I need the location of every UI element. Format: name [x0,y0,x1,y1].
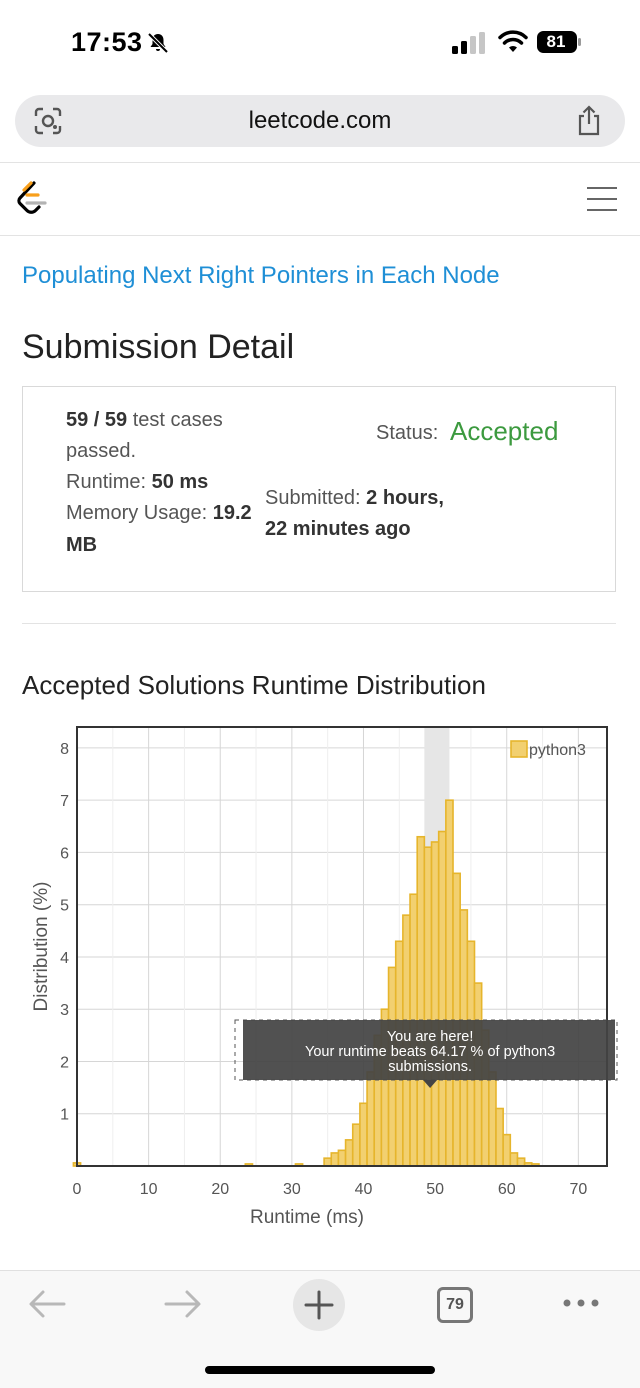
hamburger-menu-icon[interactable] [586,186,618,212]
new-tab-icon[interactable] [292,1278,346,1332]
chart-bar[interactable] [430,841,440,1167]
y-tick-label: 3 [60,1002,69,1019]
chart-bar[interactable] [323,1157,333,1167]
memory-value: 19.2 [212,502,252,524]
y-tick-label: 1 [60,1107,69,1124]
runtime-value: 50 ms [151,471,209,493]
plot-frame [76,726,608,1167]
leetcode-logo[interactable] [14,180,50,220]
x-tick-label: 40 [355,1181,373,1198]
legend[interactable]: python3 [510,740,586,759]
runtime-row: Runtime: 50 ms [66,467,208,498]
home-indicator [205,1366,435,1374]
chart-bar[interactable] [445,799,454,1167]
chart-bar[interactable] [488,1071,497,1167]
chart-bar[interactable] [337,1149,347,1167]
page-title: Submission Detail [22,328,295,366]
chart-bar[interactable] [416,835,426,1167]
y-tick-label: 7 [60,793,69,810]
y-tick-label: 2 [60,1054,69,1071]
status-bar: 17:53 81 [0,0,640,86]
y-tick-label: 5 [60,898,69,915]
share-icon[interactable] [575,105,603,137]
legend-swatch [510,740,528,758]
legend-label: python3 [529,742,586,759]
battery-level: 81 [546,32,566,51]
more-icon[interactable] [562,1297,600,1309]
chart-bar[interactable] [366,1071,376,1167]
chart-bar[interactable] [495,1107,504,1167]
y-tick-label: 6 [60,845,69,862]
y-tick-label: 8 [60,741,69,758]
y-axis-label: Distribution (%) [31,882,52,1012]
test-cases-row: 59 / 59 test cases [66,405,223,436]
test-cases-passed: passed. [66,440,137,462]
x-tick-label: 50 [426,1181,444,1198]
tabs-icon[interactable]: 79 [437,1287,473,1323]
address-bar[interactable]: leetcode.com [15,95,625,147]
status-badge: Accepted [450,416,559,446]
problem-title-link[interactable]: Populating Next Right Pointers in Each N… [22,262,500,290]
runtime-distribution-chart[interactable]: 0 10 20 30 40 50 60 70 1 2 3 4 5 6 7 8 Distribution (%)… [0,720,640,1240]
submitted-label: Submitted: [265,487,361,509]
tooltip-line-2: Your runtime beats 64.17 % of python3 [305,1044,555,1060]
clock: 17:53 [71,27,143,57]
x-tick-label: 70 [569,1181,587,1198]
chart-bar[interactable] [344,1139,354,1167]
url-text[interactable]: leetcode.com [15,95,625,147]
chart-bar[interactable] [509,1152,519,1167]
divider [0,235,640,236]
forward-icon[interactable] [164,1289,202,1319]
memory-label: Memory Usage: [66,502,208,524]
divider [22,623,616,624]
chart-bar[interactable] [502,1133,512,1167]
submitted-value-cont: 22 minutes ago [265,518,411,540]
bell-slash-icon [147,32,169,54]
tooltip-line-3: submissions. [388,1059,472,1075]
chart-bar[interactable] [516,1157,526,1167]
submitted-row: Submitted: 2 hours, [265,483,444,514]
back-icon[interactable] [28,1289,66,1319]
tooltip-line-1: You are here! [387,1029,474,1045]
chart-bar[interactable] [351,1123,361,1167]
chart-bar[interactable] [423,846,433,1167]
runtime-label: Runtime: [66,471,147,493]
memory-unit: MB [66,534,98,556]
chart-bar[interactable] [330,1152,340,1167]
divider [0,162,640,163]
submitted-value: 2 hours, [366,487,444,509]
x-tick-label: 20 [211,1181,229,1198]
memory-row: Memory Usage: 19.2 [66,498,252,529]
x-tick-label: 30 [283,1181,301,1198]
chart-bar[interactable] [359,1102,368,1167]
status-label: Status: [376,422,439,444]
x-tick-label: 0 [73,1181,82,1198]
tooltip: You are here! Your runtime beats 64.17 %… [234,1019,618,1088]
cellular-signal-icon [452,32,485,54]
x-tick-label: 10 [140,1181,158,1198]
wifi-icon [498,30,528,52]
chart-bar[interactable] [437,830,447,1167]
test-cases-value: 59 / 59 [66,409,128,431]
test-cases-suffix: test cases [132,409,223,431]
y-tick-label: 4 [60,950,69,967]
distribution-title: Accepted Solutions Runtime Distribution [22,670,486,700]
x-axis-label: Runtime (ms) [250,1207,364,1228]
x-tick-label: 60 [498,1181,516,1198]
